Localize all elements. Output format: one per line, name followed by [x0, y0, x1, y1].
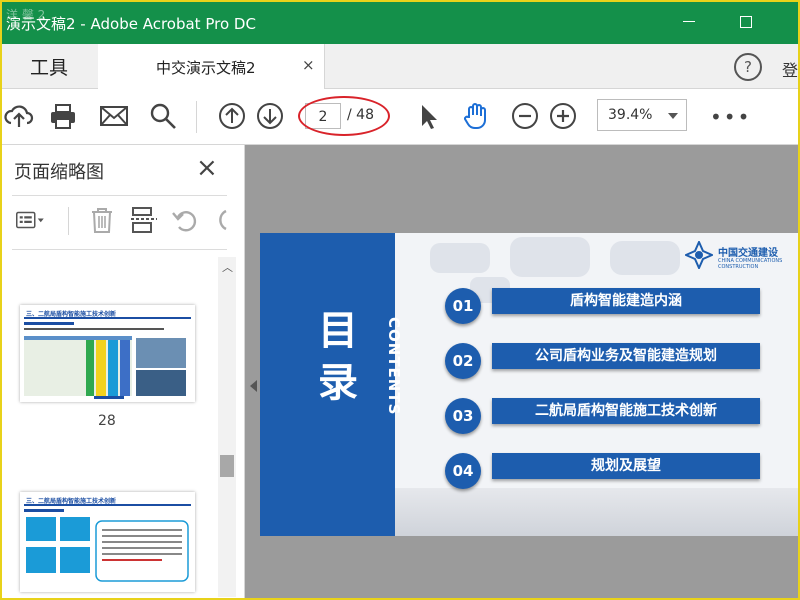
window-frame [0, 0, 800, 600]
